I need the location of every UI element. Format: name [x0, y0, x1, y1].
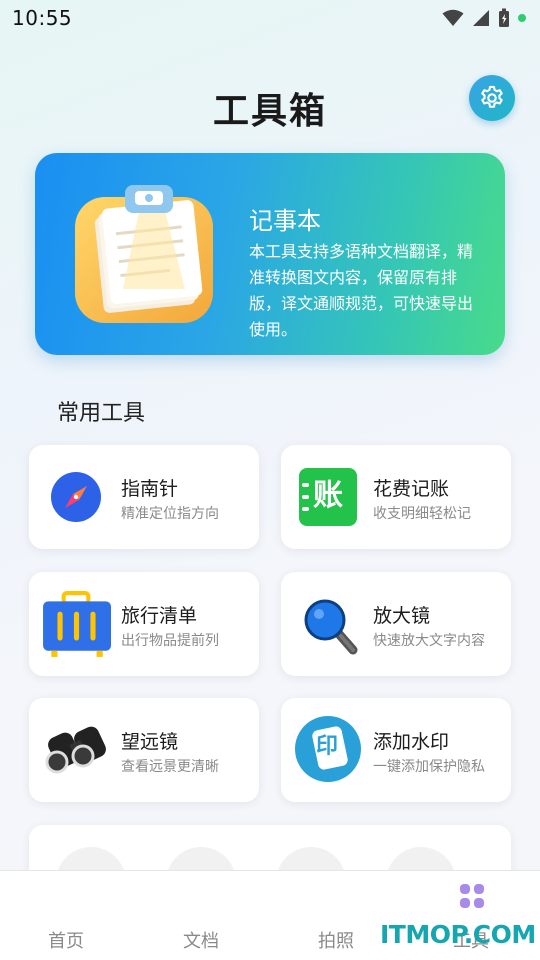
- ledger-icon-char: 账: [313, 478, 343, 513]
- settings-button[interactable]: [469, 75, 515, 121]
- battery-icon: [499, 8, 509, 27]
- hero-description: 本工具支持多语种文档翻译，精准转换图文内容，保留原有排版，译文通顺规范，可快速导…: [249, 242, 474, 339]
- tool-description: 一键添加保护隐私: [373, 759, 485, 775]
- wifi-icon: [442, 9, 464, 26]
- hero-title: 记事本: [249, 207, 321, 235]
- gear-icon: [481, 85, 503, 108]
- binoculars-icon: [45, 726, 106, 774]
- tool-description: 查看远景更清晰: [121, 759, 219, 775]
- status-bar: 10:55: [0, 0, 540, 36]
- nav-item-home[interactable]: 首页: [48, 927, 84, 953]
- watermark-icon-char: 印: [316, 734, 339, 759]
- compass-icon: [51, 472, 101, 522]
- status-icons: [442, 8, 526, 28]
- watermark-icon: 印: [295, 716, 361, 782]
- tool-name: 指南针: [121, 478, 179, 500]
- tool-name: 旅行清单: [121, 605, 198, 627]
- tool-card-expense-ledger[interactable]: 账 花费记账 收支明细轻松记: [281, 445, 511, 549]
- nav-item-documents[interactable]: 文档: [183, 927, 219, 953]
- signal-icon: [473, 10, 489, 26]
- tool-description: 收支明细轻松记: [373, 506, 471, 522]
- tool-card-magnifier[interactable]: 放大镜 快速放大文字内容: [281, 572, 511, 676]
- section-title: 常用工具: [57, 401, 146, 426]
- magnifier-icon: [304, 599, 358, 655]
- tool-card-compass[interactable]: 指南针 精准定位指方向: [29, 445, 259, 549]
- tool-card-travel-list[interactable]: 旅行清单 出行物品提前列: [29, 572, 259, 676]
- tool-name: 望远镜: [121, 731, 179, 753]
- site-watermark: ITMOP.COM: [380, 920, 536, 949]
- status-time: 10:55: [12, 6, 73, 30]
- tool-description: 精准定位指方向: [121, 506, 219, 522]
- suitcase-icon: [43, 591, 111, 657]
- ledger-icon: 账: [299, 468, 357, 526]
- tool-name: 放大镜: [373, 605, 431, 627]
- tool-card-binoculars[interactable]: 望远镜 查看远景更清晰: [29, 698, 259, 802]
- tool-name: 花费记账: [373, 478, 450, 500]
- page-title: 工具箱: [212, 91, 327, 132]
- notepad-feature-card[interactable]: 记事本 本工具支持多语种文档翻译，精准转换图文内容，保留原有排版，译文通顺规范，…: [35, 153, 505, 355]
- tool-description: 出行物品提前列: [121, 633, 219, 649]
- tool-description: 快速放大文字内容: [373, 633, 485, 649]
- notification-dot: [518, 14, 526, 22]
- tool-name: 添加水印: [373, 731, 450, 753]
- grid-icon[interactable]: [459, 883, 485, 909]
- nav-item-camera[interactable]: 拍照: [318, 927, 354, 953]
- tool-card-add-watermark[interactable]: 印 添加水印 一键添加保护隐私: [281, 698, 511, 802]
- notepad-icon: [75, 185, 213, 323]
